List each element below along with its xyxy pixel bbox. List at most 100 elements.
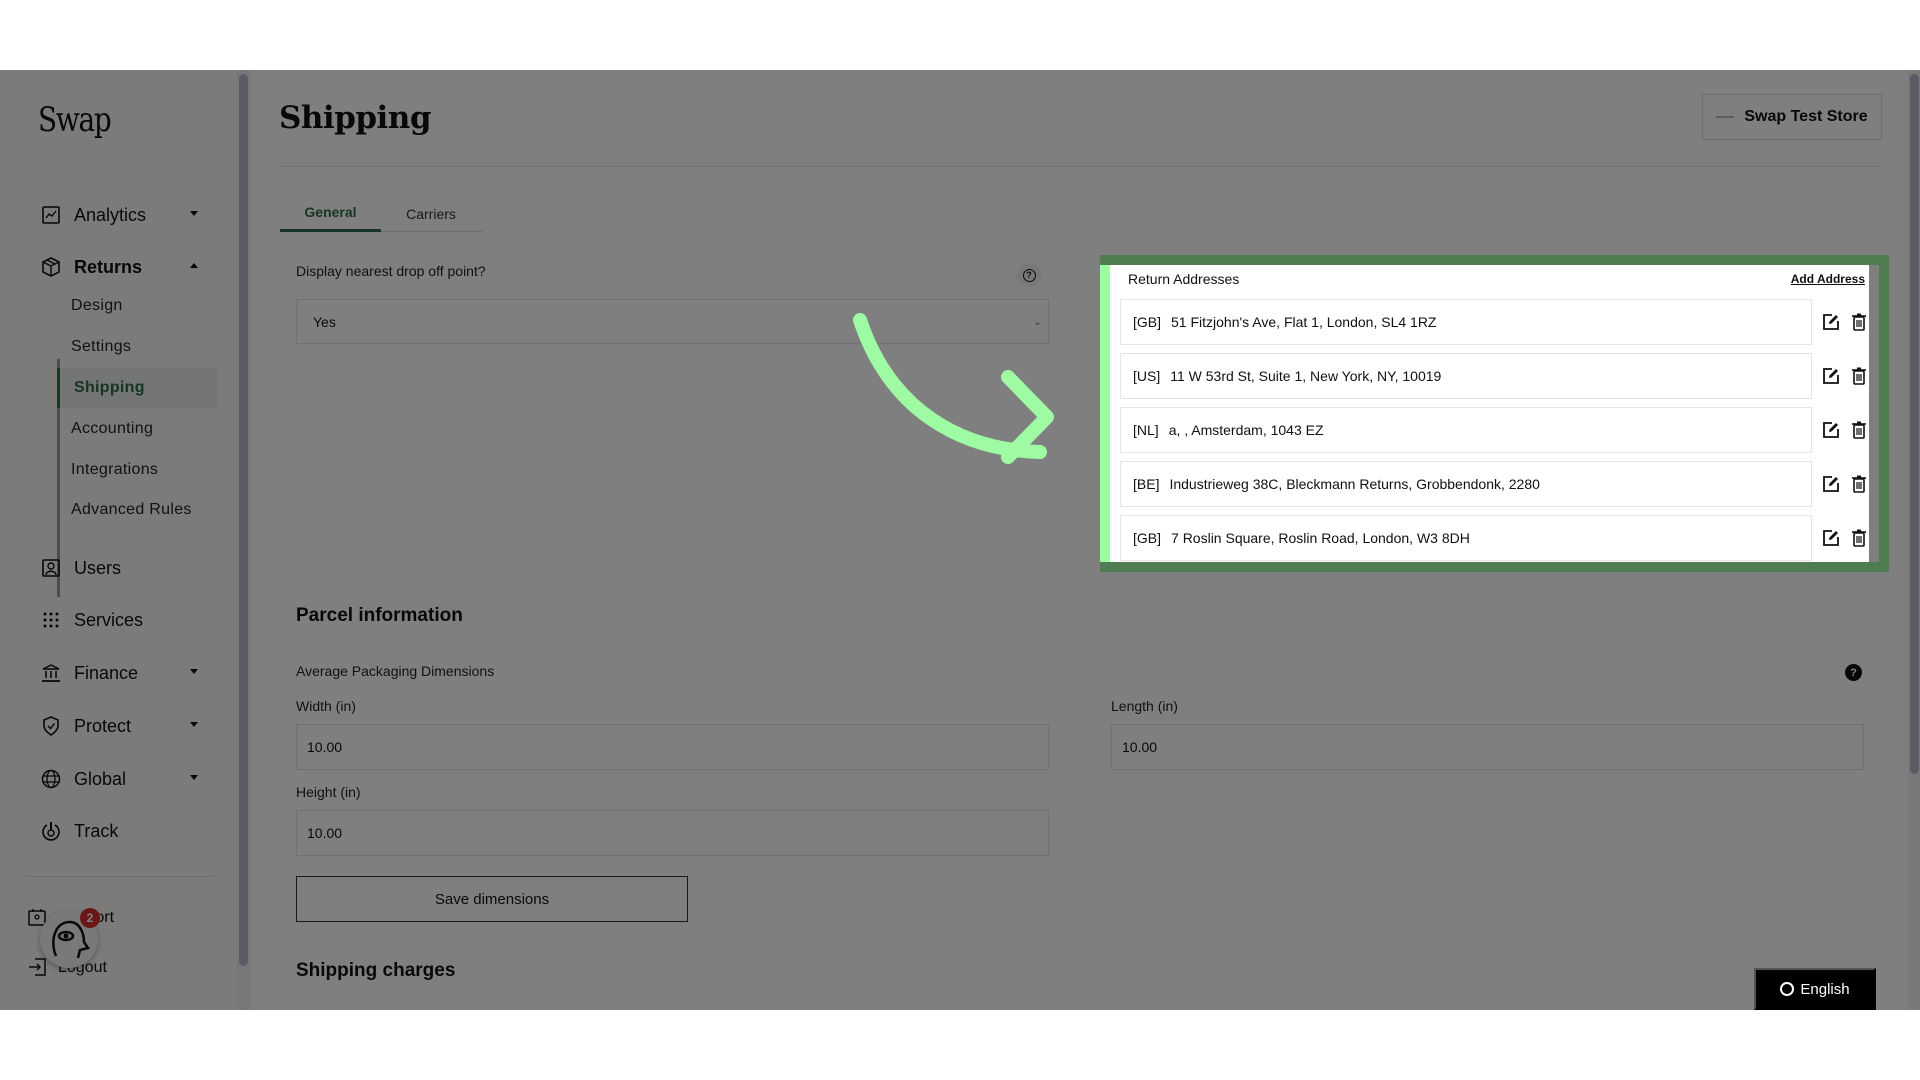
sidebar-subitem-shipping[interactable]: Shipping (57, 368, 217, 408)
length-label: Length (in) (1111, 698, 1178, 714)
packaging-help-icon[interactable]: ? (1845, 664, 1862, 681)
sidebar-subitem-accounting[interactable]: Accounting (57, 409, 217, 449)
address-country: [BE] (1133, 476, 1160, 492)
address-actions (1821, 366, 1869, 386)
edit-icon[interactable] (1821, 312, 1841, 332)
notification-badge: 2 (80, 908, 100, 928)
address-row: [GB] 7 Roslin Square, Roslin Road, Londo… (1120, 515, 1812, 561)
edit-icon[interactable] (1821, 420, 1841, 440)
trash-icon[interactable] (1849, 528, 1869, 548)
sidebar: Swap Analytics Returns Design Settings S… (0, 70, 250, 1010)
sidebar-item-label: Global (74, 768, 127, 789)
sidebar-item-global[interactable]: Global (40, 761, 210, 797)
sidebar-item-track[interactable]: Track (40, 813, 210, 849)
parcel-section-title: Parcel information (296, 605, 463, 626)
chevron-down-icon (190, 775, 198, 780)
sidebar-subitem-integrations[interactable]: Integrations (57, 450, 217, 490)
sidebar-item-label: Services (74, 609, 144, 630)
address-country: [GB] (1133, 314, 1162, 330)
address-row: [BE] Industrieweg 38C, Bleckmann Returns… (1120, 461, 1812, 507)
sidebar-item-services[interactable]: Services (40, 602, 210, 638)
chevron-down-icon (190, 722, 198, 727)
return-addresses-panel: Return Addresses Add Address [GB] 51 Fit… (1100, 255, 1889, 572)
address-text: 7 Roslin Square, Roslin Road, London, W3… (1171, 530, 1470, 546)
main-scrollbar-thumb[interactable] (1910, 74, 1919, 774)
trash-icon[interactable] (1849, 366, 1869, 386)
width-label: Width (in) (296, 698, 356, 714)
width-input[interactable]: 10.00 (296, 724, 1049, 770)
sidebar-subitem-design[interactable]: Design (57, 286, 217, 326)
address-actions (1821, 420, 1869, 440)
packaging-dimensions-label: Average Packaging Dimensions (296, 663, 495, 679)
sidebar-item-label: Protect (74, 715, 132, 736)
shield-icon (40, 715, 62, 737)
chevron-down-icon (190, 211, 198, 216)
track-icon (40, 820, 62, 842)
add-address-link[interactable]: Add Address (1791, 272, 1865, 286)
app-logo[interactable]: Swap (38, 100, 112, 140)
drop-off-selected-value: Yes (313, 313, 336, 330)
box-icon (40, 256, 62, 278)
drop-off-label: Display nearest drop off point? (296, 263, 486, 279)
sidebar-item-label: Analytics (74, 204, 147, 225)
sidebar-subitem-settings[interactable]: Settings (57, 327, 217, 367)
title-divider (279, 166, 1882, 167)
drop-off-help-button[interactable]: ? (1017, 263, 1041, 287)
address-country: [GB] (1133, 530, 1162, 546)
height-input[interactable]: 10.00 (296, 810, 1049, 856)
language-label: English (1800, 980, 1850, 998)
address-country: [NL] (1133, 422, 1159, 438)
address-actions (1821, 528, 1869, 548)
chart-icon (40, 204, 62, 226)
address-row: [GB] 51 Fitzjohn's Ave, Flat 1, London, … (1120, 299, 1812, 345)
trash-icon[interactable] (1849, 420, 1869, 440)
edit-icon[interactable] (1821, 528, 1841, 548)
address-row: [US] 11 W 53rd St, Suite 1, New York, NY… (1120, 353, 1812, 399)
sidebar-item-protect[interactable]: Protect (40, 708, 210, 744)
return-addresses-title: Return Addresses (1128, 271, 1240, 287)
language-button[interactable]: English (1754, 968, 1876, 1010)
address-actions (1821, 474, 1869, 494)
store-name: Swap Test Store (1744, 108, 1868, 125)
sidebar-item-label: Users (74, 557, 122, 578)
globe-ring-icon (1780, 982, 1795, 996)
sidebar-item-returns[interactable]: Returns (40, 249, 210, 285)
sidebar-item-label: Track (74, 820, 119, 841)
page-title: Shipping (279, 100, 432, 136)
chevron-down-icon: ⌄ (1032, 316, 1042, 328)
sidebar-item-finance[interactable]: Finance (40, 655, 210, 691)
address-text: Industrieweg 38C, Bleckmann Returns, Gro… (1169, 476, 1540, 492)
drop-off-select[interactable]: Yes ⌄ (296, 299, 1049, 344)
store-selector-button[interactable]: Swap Test Store (1702, 94, 1882, 140)
store-logo-icon (1716, 116, 1735, 118)
sidebar-subitem-advanced-rules[interactable]: Advanced Rules (57, 490, 217, 530)
trash-icon[interactable] (1849, 312, 1869, 332)
main-content: Shipping Swap Test Store General Carrier… (250, 70, 1908, 1010)
address-text: a, , Amsterdam, 1043 EZ (1168, 422, 1324, 438)
tab-general[interactable]: General (280, 195, 381, 232)
trash-icon[interactable] (1849, 474, 1869, 494)
address-country: [US] (1133, 368, 1161, 384)
tab-carriers[interactable]: Carriers (381, 195, 481, 232)
address-row: [NL] a, , Amsterdam, 1043 EZ (1120, 407, 1812, 453)
tab-bar: General Carriers (280, 195, 483, 232)
help-icon: ? (1022, 268, 1036, 282)
length-input[interactable]: 10.00 (1111, 724, 1864, 770)
save-dimensions-button[interactable]: Save dimensions (296, 876, 688, 922)
address-text: 11 W 53rd St, Suite 1, New York, NY, 100… (1170, 368, 1442, 384)
grid-icon (40, 609, 62, 631)
sidebar-item-analytics[interactable]: Analytics (40, 197, 210, 233)
user-icon (40, 557, 62, 579)
sidebar-scrollbar-thumb[interactable] (239, 74, 248, 966)
shipping-charges-title: Shipping charges (296, 960, 456, 981)
bank-icon (40, 662, 62, 684)
sidebar-item-label: Returns (74, 256, 143, 277)
chevron-down-icon (190, 669, 198, 674)
chevron-up-icon (190, 263, 198, 268)
globe-icon (40, 768, 62, 790)
edit-icon[interactable] (1821, 474, 1841, 494)
edit-icon[interactable] (1821, 366, 1841, 386)
height-label: Height (in) (296, 784, 361, 800)
sidebar-item-users[interactable]: Users (40, 550, 210, 586)
sidebar-item-label: Finance (74, 662, 139, 683)
